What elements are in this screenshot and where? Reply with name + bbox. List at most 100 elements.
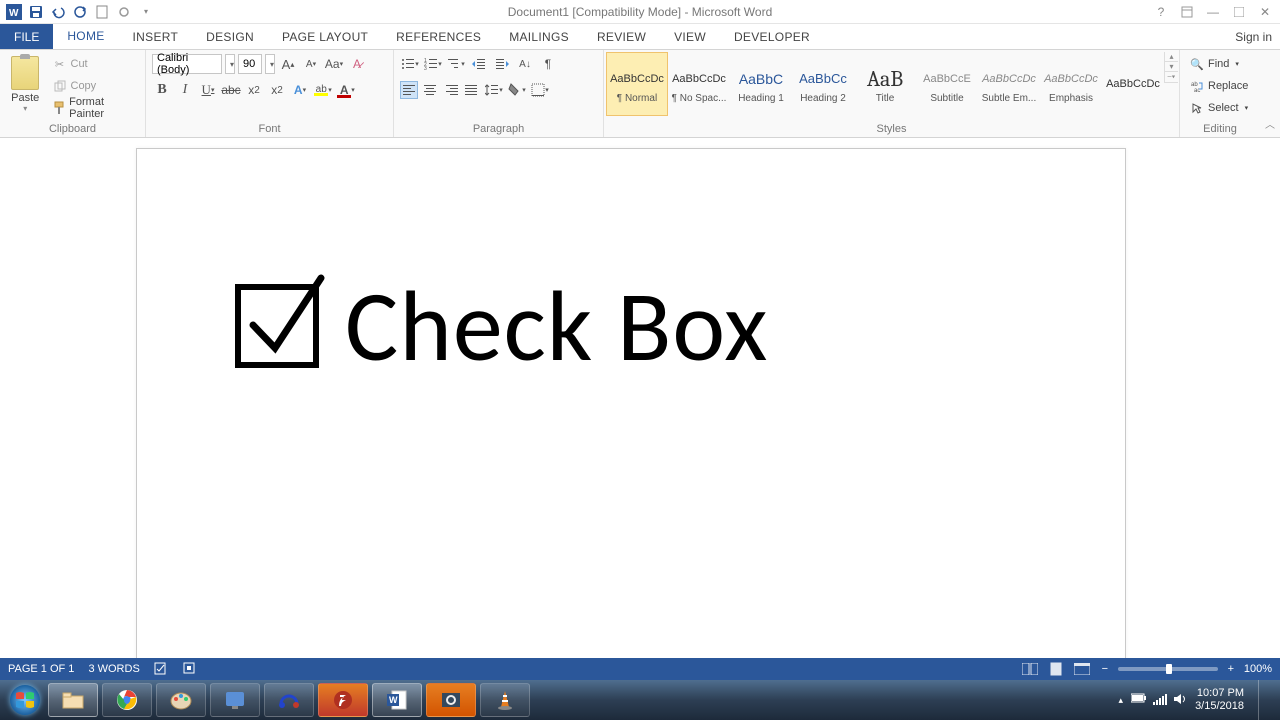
font-color-button[interactable]: A▾ (336, 80, 356, 100)
help-icon[interactable]: ? (1152, 3, 1170, 21)
undo-icon[interactable] (48, 2, 68, 22)
tray-volume-icon[interactable] (1173, 693, 1187, 708)
cut-button[interactable]: ✂Cut (49, 54, 140, 74)
show-marks-button[interactable]: ¶ (538, 54, 558, 74)
styles-expand-icon[interactable]: ⎯▾ (1165, 72, 1178, 83)
paste-button[interactable]: Paste ▾ (6, 54, 45, 113)
font-name-combo[interactable]: Calibri (Body) (152, 54, 222, 74)
copy-button[interactable]: Copy (49, 76, 140, 96)
web-layout-button[interactable] (1072, 661, 1092, 677)
sort-button[interactable]: A↓ (515, 54, 535, 74)
tray-network-icon[interactable] (1153, 693, 1167, 708)
read-mode-button[interactable] (1020, 661, 1040, 677)
close-button[interactable]: ✕ (1256, 3, 1274, 21)
taskbar-explorer[interactable] (48, 683, 98, 717)
align-justify-button[interactable] (463, 81, 481, 99)
show-desktop-button[interactable] (1258, 680, 1270, 720)
tab-review[interactable]: REVIEW (583, 24, 660, 49)
style-item[interactable]: AaBbCcDc (1102, 52, 1164, 116)
zoom-in-button[interactable]: + (1224, 663, 1238, 675)
tab-home[interactable]: HOME (53, 24, 118, 49)
tab-mailings[interactable]: MAILINGS (495, 24, 583, 49)
taskbar-chrome[interactable] (102, 683, 152, 717)
start-button[interactable] (4, 682, 46, 718)
taskbar-audio[interactable] (264, 683, 314, 717)
style-item[interactable]: AaBbCcDcSubtle Em... (978, 52, 1040, 116)
bullets-button[interactable]: ▾ (400, 54, 420, 74)
shading-button[interactable]: ▾ (507, 80, 527, 100)
taskbar-paint[interactable] (156, 683, 206, 717)
style-item[interactable]: AaBbCHeading 1 (730, 52, 792, 116)
sign-in-link[interactable]: Sign in (1227, 24, 1280, 49)
increase-indent-button[interactable] (492, 54, 512, 74)
numbering-button[interactable]: 123▾ (423, 54, 443, 74)
font-name-dropdown-icon[interactable]: ▾ (225, 54, 235, 74)
style-item[interactable]: AaBbCcESubtitle (916, 52, 978, 116)
zoom-level[interactable]: 100% (1244, 663, 1272, 675)
style-item[interactable]: AaBTitle (854, 52, 916, 116)
italic-button[interactable]: I (175, 80, 195, 100)
select-button[interactable]: Select▾ (1186, 98, 1252, 118)
bold-button[interactable]: B (152, 80, 172, 100)
touch-mode-icon[interactable] (114, 2, 134, 22)
taskbar-flash[interactable] (318, 683, 368, 717)
text-effects-button[interactable]: A▾ (290, 80, 310, 100)
format-painter-button[interactable]: Format Painter (49, 98, 140, 118)
tab-view[interactable]: VIEW (660, 24, 720, 49)
tab-insert[interactable]: INSERT (119, 24, 193, 49)
status-macro-icon[interactable] (182, 661, 196, 678)
replace-button[interactable]: abacReplace (1186, 76, 1252, 96)
checkbox-symbol[interactable] (235, 284, 319, 368)
ribbon-display-icon[interactable] (1178, 3, 1196, 21)
taskbar-word[interactable]: W (372, 683, 422, 717)
style-item[interactable]: AaBbCcHeading 2 (792, 52, 854, 116)
tab-file[interactable]: FILE (0, 24, 53, 49)
tray-battery-icon[interactable] (1131, 693, 1147, 708)
taskbar-app-generic[interactable] (210, 683, 260, 717)
align-center-button[interactable] (421, 81, 439, 99)
decrease-indent-button[interactable] (469, 54, 489, 74)
align-right-button[interactable] (442, 81, 460, 99)
zoom-slider[interactable] (1118, 667, 1218, 671)
subscript-button[interactable]: x2 (244, 80, 264, 100)
font-size-combo[interactable]: 90 (238, 54, 262, 74)
word-app-icon[interactable]: W (4, 2, 24, 22)
redo-icon[interactable] (70, 2, 90, 22)
taskbar-vlc[interactable] (480, 683, 530, 717)
tray-clock[interactable]: 10:07 PM 3/15/2018 (1195, 687, 1244, 713)
tray-expand-icon[interactable]: ▴ (1119, 695, 1124, 706)
collapse-ribbon-button[interactable]: ︿ (1260, 50, 1280, 137)
document-text[interactable]: Check Box (345, 265, 768, 387)
maximize-button[interactable] (1230, 3, 1248, 21)
tab-references[interactable]: REFERENCES (382, 24, 495, 49)
minimize-button[interactable]: — (1204, 3, 1222, 21)
styles-scroll-up-icon[interactable]: ▴ (1165, 52, 1178, 62)
underline-button[interactable]: U▾ (198, 80, 218, 100)
highlight-button[interactable]: ab▾ (313, 80, 333, 100)
superscript-button[interactable]: x2 (267, 80, 287, 100)
style-item[interactable]: AaBbCcDc¶ Normal (606, 52, 668, 116)
new-doc-icon[interactable] (92, 2, 112, 22)
status-page[interactable]: PAGE 1 OF 1 (8, 663, 74, 675)
clear-formatting-button[interactable]: A̷ (347, 54, 367, 74)
font-size-dropdown-icon[interactable]: ▾ (265, 54, 275, 74)
line-spacing-button[interactable]: ▾ (484, 80, 504, 100)
style-item[interactable]: AaBbCcDc¶ No Spac... (668, 52, 730, 116)
taskbar-screenshot[interactable] (426, 683, 476, 717)
tab-developer[interactable]: DEVELOPER (720, 24, 824, 49)
tab-page-layout[interactable]: PAGE LAYOUT (268, 24, 382, 49)
zoom-out-button[interactable]: − (1098, 663, 1112, 675)
find-button[interactable]: 🔍Find▾ (1186, 54, 1252, 74)
save-icon[interactable] (26, 2, 46, 22)
multilevel-list-button[interactable]: ▾ (446, 54, 466, 74)
document-page[interactable]: Check Box (136, 148, 1126, 662)
qat-customize-icon[interactable]: ▾ (136, 2, 156, 22)
shrink-font-button[interactable]: A▾ (301, 54, 321, 74)
tab-design[interactable]: DESIGN (192, 24, 268, 49)
styles-scroll-down-icon[interactable]: ▾ (1165, 62, 1178, 72)
borders-button[interactable]: ▾ (530, 80, 550, 100)
status-words[interactable]: 3 WORDS (88, 663, 139, 675)
status-proofing-icon[interactable] (154, 661, 168, 678)
align-left-button[interactable] (400, 81, 418, 99)
grow-font-button[interactable]: A▴ (278, 54, 298, 74)
